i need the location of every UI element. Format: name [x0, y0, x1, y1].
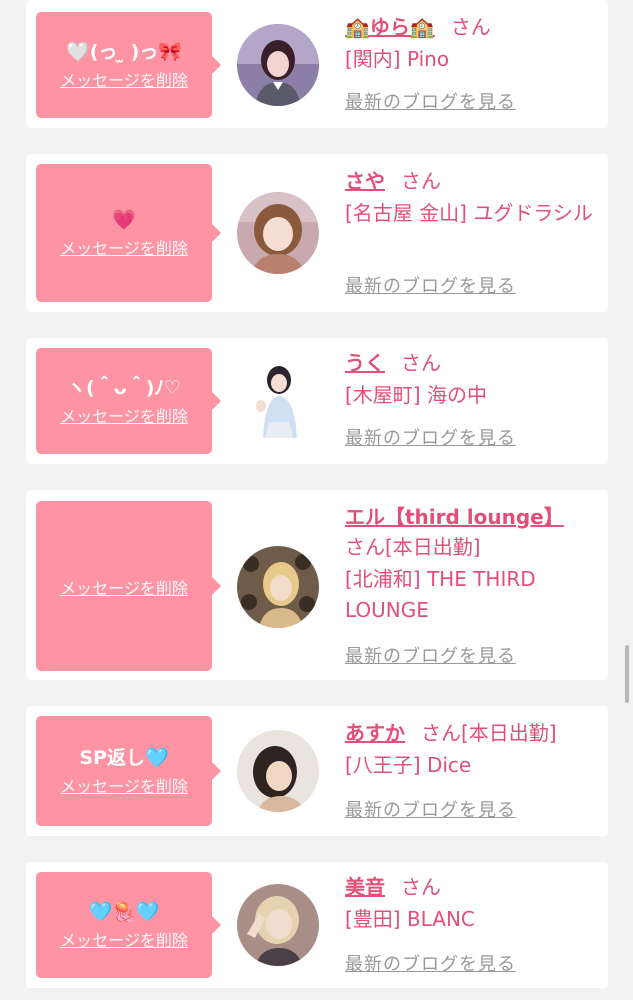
- girl-name-link[interactable]: 美音: [345, 875, 385, 899]
- girl-info: 美音 さん [豊田] BLANC: [345, 872, 600, 935]
- scrollbar[interactable]: [625, 645, 629, 703]
- shop-info: [豊田] BLANC: [345, 907, 475, 931]
- girl-name-link[interactable]: あすか: [345, 721, 405, 745]
- latest-blog-link[interactable]: 最新のブログを見る: [345, 276, 516, 298]
- honorific: さん[本日出勤]: [345, 535, 481, 559]
- message-bubble: ヽ(＾ᴗ＾)ﾉ♡ メッセージを削除: [36, 348, 221, 454]
- message-text: ヽ(＾ᴗ＾)ﾉ♡: [67, 377, 181, 399]
- avatar[interactable]: [237, 360, 319, 442]
- girl-info: あすか さん[本日出勤] [八王子] Dice: [345, 718, 600, 781]
- latest-blog-link[interactable]: 最新のブログを見る: [345, 92, 516, 114]
- latest-blog-link[interactable]: 最新のブログを見る: [345, 646, 516, 668]
- message-text: 🤍(っ ̫ )っ🎀: [66, 41, 182, 63]
- delete-message-link[interactable]: メッセージを削除: [60, 71, 188, 91]
- honorific: さん: [401, 875, 441, 899]
- message-card: メッセージを削除 エル【third lounge】 さん[本日出勤] [北浦和]…: [26, 490, 608, 680]
- message-card: SP返し🩵 メッセージを削除 あすか さん[本日出勤] [八王子] Dice 最新…: [26, 706, 608, 836]
- message-text: 🩵🪼🩵: [88, 901, 160, 923]
- shop-info: [関内] Pino: [345, 47, 450, 71]
- name-line: エル【third lounge】: [345, 502, 600, 532]
- girl-name-link[interactable]: エル【third lounge】: [345, 505, 564, 529]
- message-text: 💗: [112, 209, 136, 231]
- girl-name-link[interactable]: うく: [345, 351, 385, 375]
- honorific: さん: [401, 351, 441, 375]
- girl-info: 🏫ゆら🏫 さん [関内] Pino: [345, 12, 600, 75]
- girl-info: エル【third lounge】 さん[本日出勤] [北浦和] THE THIR…: [345, 502, 600, 626]
- girl-name-link[interactable]: 🏫ゆら🏫: [345, 15, 435, 39]
- latest-blog-link[interactable]: 最新のブログを見る: [345, 428, 516, 450]
- avatar[interactable]: [237, 884, 319, 966]
- delete-message-link[interactable]: メッセージを削除: [60, 777, 188, 797]
- latest-blog-link[interactable]: 最新のブログを見る: [345, 954, 516, 976]
- message-bubble: 💗 メッセージを削除: [36, 164, 221, 302]
- name-line: 🏫ゆら🏫 さん: [345, 12, 600, 42]
- shop-info: [八王子] Dice: [345, 753, 472, 777]
- message-card: 💗 メッセージを削除 さや さん [名古屋 金山] ユグドラシル 最新のブログを見…: [26, 154, 608, 312]
- message-card: ヽ(＾ᴗ＾)ﾉ♡ メッセージを削除 うく さん [木屋町] 海の中 最新のブログを…: [26, 338, 608, 464]
- message-list-page: 🤍(っ ̫ )っ🎀 メッセージを削除 🏫ゆら🏫 さん [関内] Pino 最新のブ…: [0, 0, 633, 1000]
- girl-info: さや さん [名古屋 金山] ユグドラシル: [345, 166, 600, 229]
- name-line: さや さん: [345, 166, 600, 196]
- name-line: あすか さん[本日出勤]: [345, 718, 600, 748]
- avatar[interactable]: [237, 546, 319, 628]
- avatar[interactable]: [237, 24, 319, 106]
- girl-info: うく さん [木屋町] 海の中: [345, 348, 600, 411]
- delete-message-link[interactable]: メッセージを削除: [60, 931, 188, 951]
- name-line-2: さん[本日出勤]: [345, 532, 600, 562]
- shop-info: [北浦和] THE THIRD LOUNGE: [345, 567, 536, 622]
- latest-blog-link[interactable]: 最新のブログを見る: [345, 800, 516, 822]
- message-bubble: 🤍(っ ̫ )っ🎀 メッセージを削除: [36, 12, 221, 118]
- avatar[interactable]: [237, 192, 319, 274]
- honorific: さん: [401, 169, 441, 193]
- name-line: 美音 さん: [345, 872, 600, 902]
- honorific: さん[本日出勤]: [421, 721, 557, 745]
- delete-message-link[interactable]: メッセージを削除: [60, 579, 188, 599]
- honorific: さん: [450, 15, 491, 39]
- girl-name-link[interactable]: さや: [345, 169, 385, 193]
- message-card: 🩵🪼🩵 メッセージを削除 美音 さん [豊田] BLANC 最新のブログを見る: [26, 862, 608, 988]
- message-card: 🤍(っ ̫ )っ🎀 メッセージを削除 🏫ゆら🏫 さん [関内] Pino 最新のブ…: [26, 0, 608, 128]
- shop-info: [名古屋 金山] ユグドラシル: [345, 201, 593, 225]
- avatar[interactable]: [237, 730, 319, 812]
- message-text: SP返し🩵: [79, 747, 169, 769]
- message-bubble: メッセージを削除: [36, 501, 221, 671]
- shop-info: [木屋町] 海の中: [345, 383, 487, 407]
- message-bubble: 🩵🪼🩵 メッセージを削除: [36, 872, 221, 978]
- message-bubble: SP返し🩵 メッセージを削除: [36, 716, 221, 826]
- name-line: うく さん: [345, 348, 600, 378]
- delete-message-link[interactable]: メッセージを削除: [60, 407, 188, 427]
- delete-message-link[interactable]: メッセージを削除: [60, 239, 188, 259]
